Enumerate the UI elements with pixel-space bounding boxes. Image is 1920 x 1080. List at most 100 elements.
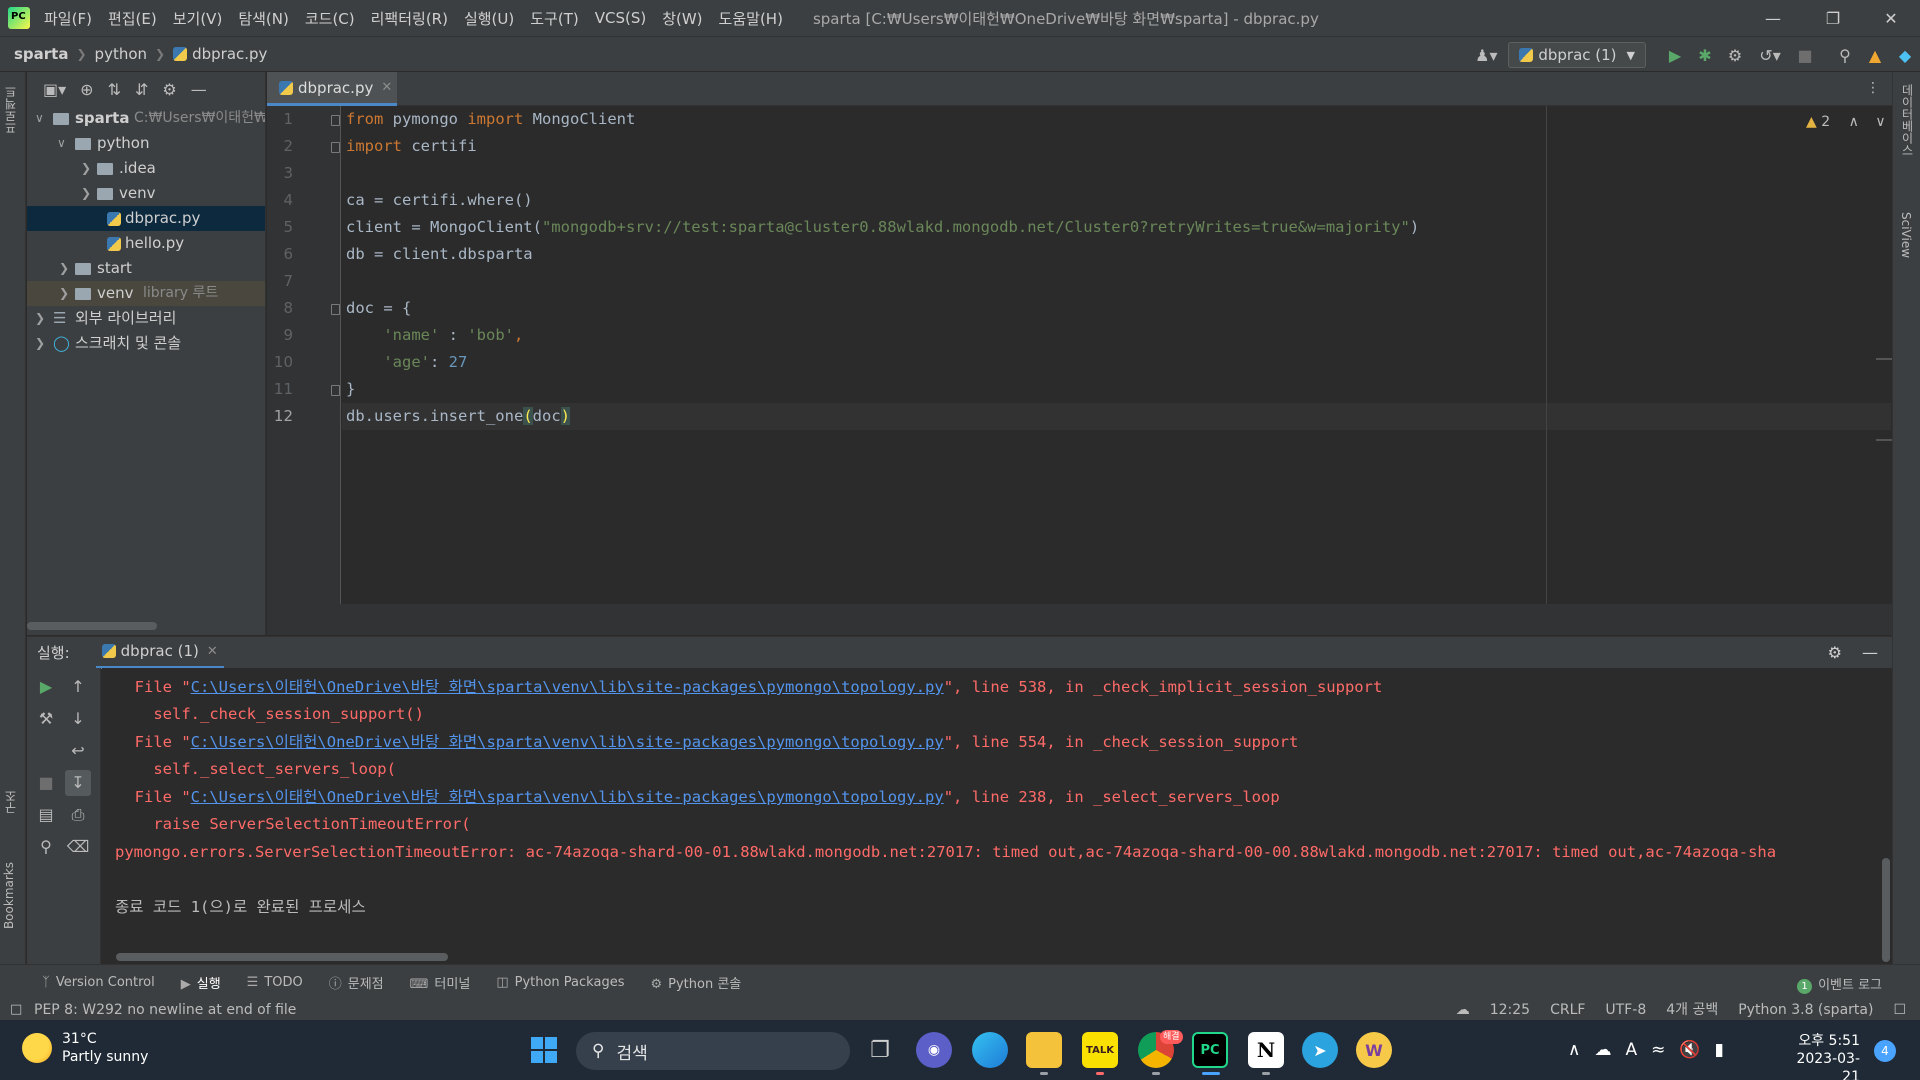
lock-icon[interactable]: ☐ [1893,1000,1906,1020]
console-file-link[interactable]: C:\Users\이태헌\OneDrive\바탕 화면\sparta\venv\… [191,788,944,806]
scroll-down-icon[interactable]: ↓ [65,706,91,732]
chevron-down-icon[interactable]: ∨ [1875,114,1885,130]
run-console[interactable]: File "C:\Users\이태헌\OneDrive\바탕 화면\sparta… [102,668,1892,964]
file-explorer-icon[interactable] [1026,1032,1062,1068]
menu-window[interactable]: 창(W) [662,8,702,29]
taskbar-clock[interactable]: 오후 5:51 2023-03-21 [1786,1032,1860,1080]
wifi-icon[interactable]: ≈ [1651,1040,1665,1060]
taskbar-search[interactable]: ⚲ 검색 [576,1032,850,1070]
battery-icon[interactable]: ▮ [1715,1040,1724,1060]
tool-tab-problems[interactable]: ⓘ 문제점 [329,973,384,992]
fold-marker-icon[interactable] [331,304,340,315]
collapse-all-icon[interactable]: ⇵ [135,80,148,99]
indent-setting[interactable]: 4개 공백 [1666,1000,1718,1020]
tool-tab-python-console[interactable]: ⚙ Python 콘솔 [650,973,741,992]
windows-start-icon[interactable] [526,1032,562,1068]
tree-item-dbprac[interactable]: dbprac.py [27,206,265,231]
chevron-down-icon[interactable]: ∨ [57,131,66,156]
tool-tab-run[interactable]: ▶ 실행 [181,973,221,992]
bookmarks-tool-tab[interactable]: Bookmarks [2,862,16,929]
coverage-icon[interactable]: ⚙ [1720,46,1750,65]
profile-icon[interactable]: ↺▾ [1750,46,1790,65]
menu-file[interactable]: 파일(F) [44,8,92,29]
run-configuration-select[interactable]: dbprac (1) ▼ [1508,42,1646,68]
menu-run[interactable]: 실행(U) [464,8,514,29]
tree-item-scratches[interactable]: ❯ ◯ 스크래치 및 콘솔 [27,331,265,356]
run-tab-dbprac[interactable]: dbprac (1) ✕ [95,637,224,669]
panel-toggle-icon[interactable]: □ [10,1002,22,1017]
breadcrumb-project[interactable]: sparta [14,45,68,63]
editor-tab-dbprac[interactable]: dbprac.py ✕ [267,72,397,106]
soft-wrap-icon[interactable]: ↩ [65,738,91,764]
python-interpreter[interactable]: Python 3.8 (sparta) [1738,1000,1873,1020]
gear-icon[interactable]: ⚙ [1828,643,1842,662]
pycharm-taskbar-icon[interactable]: PC [1192,1032,1228,1068]
ime-icon[interactable]: A [1625,1040,1637,1060]
caret-position[interactable]: 12:25 [1490,1000,1530,1020]
scroll-to-end-icon[interactable]: ↧ [65,770,91,796]
menu-navigate[interactable]: 탐색(N) [238,8,289,29]
console-horizontal-scrollbar[interactable] [116,953,448,961]
line-separator[interactable]: CRLF [1550,1000,1585,1020]
hide-panel-icon[interactable]: — [191,80,207,99]
inspection-widget[interactable]: ▲ 2 ∧ ∨ [1806,114,1886,130]
breadcrumb-folder[interactable]: python [95,45,147,63]
project-view-select-icon[interactable]: ▣▾ [43,80,66,99]
notification-badge[interactable]: 4 [1874,1040,1896,1062]
stop-icon[interactable]: ■ [33,770,59,796]
console-file-link[interactable]: C:\Users\이태헌\OneDrive\바탕 화면\sparta\venv\… [191,678,944,696]
account-icon[interactable]: ♟▾ [1464,46,1508,65]
menu-view[interactable]: 보기(V) [173,8,223,29]
file-encoding[interactable]: UTF-8 [1605,1000,1646,1020]
chevron-right-icon[interactable]: ❯ [59,281,69,306]
fold-marker-icon[interactable] [331,142,340,153]
notion-icon[interactable]: N [1248,1032,1284,1068]
close-tab-icon[interactable]: ✕ [207,644,218,659]
run-icon[interactable]: ▶ [1660,46,1690,65]
update-icon[interactable]: ▲ [1860,46,1890,65]
locate-file-icon[interactable]: ⊕ [80,80,93,99]
teams-chat-icon[interactable]: ◉ [916,1032,952,1068]
code-editor[interactable]: from pymongo import MongoClient import c… [342,106,1892,604]
tree-item-hello[interactable]: hello.py [27,231,265,256]
git-sync-icon[interactable]: ☁ [1456,1000,1470,1020]
console-vertical-scrollbar[interactable] [1882,858,1890,962]
debug-icon[interactable]: ✱ [1690,46,1720,65]
menu-help[interactable]: 도움말(H) [719,8,783,29]
tool-tab-terminal[interactable]: ⌨ 터미널 [410,973,471,992]
minimize-icon[interactable]: — [1744,0,1802,36]
chevron-right-icon[interactable]: ❯ [35,306,45,331]
close-tab-icon[interactable]: ✕ [381,80,392,95]
stop-icon[interactable]: ■ [1790,46,1820,65]
whale-browser-icon[interactable]: W [1356,1032,1392,1068]
project-horizontal-scrollbar[interactable] [27,622,157,630]
chevron-up-icon[interactable]: ∧ [1568,1040,1580,1060]
breadcrumb-file[interactable]: dbprac.py [192,45,267,63]
menu-edit[interactable]: 편집(E) [108,8,157,29]
close-icon[interactable]: ✕ [1862,0,1920,36]
chevron-right-icon[interactable]: ❯ [59,256,69,281]
tree-item-sparta[interactable]: ∨ sparta C:₩Users₩이태헌₩O [27,106,265,131]
expand-all-icon[interactable]: ⇅ [108,80,121,99]
chevron-right-icon[interactable]: ❯ [81,156,91,181]
wrench-icon[interactable]: ⚒ [33,706,59,732]
restore-icon[interactable]: ❐ [1804,0,1862,36]
search-icon[interactable]: ⚲ [1830,46,1860,65]
more-tabs-icon[interactable]: ⋮ [1866,80,1880,96]
telegram-icon[interactable]: ➤ [1302,1032,1338,1068]
onedrive-icon[interactable]: ☁ [1594,1040,1611,1060]
kakaotalk-icon[interactable]: TALK [1082,1032,1118,1068]
tree-item-venv-inner[interactable]: ❯ venv [27,181,265,206]
layout-icon[interactable]: ▤ [33,802,59,828]
weather-widget[interactable]: 31°C Partly sunny [22,1030,148,1066]
chevron-right-icon[interactable]: ❯ [81,181,91,206]
tree-item-venv[interactable]: ❯ venv library 루트 [27,281,265,306]
gear-icon[interactable]: ⚙ [162,80,176,99]
hide-panel-icon[interactable]: — [1862,643,1878,662]
menu-vcs[interactable]: VCS(S) [595,9,646,27]
sciview-tool-tab[interactable]: SciView [1899,212,1913,258]
console-file-link[interactable]: C:\Users\이태헌\OneDrive\바탕 화면\sparta\venv\… [191,733,944,751]
trash-icon[interactable]: ⌫ [65,834,91,860]
tool-tab-version-control[interactable]: ᛉ Version Control [42,975,155,990]
tree-item-external-libraries[interactable]: ❯ ☰ 외부 라이브러리 [27,306,265,331]
